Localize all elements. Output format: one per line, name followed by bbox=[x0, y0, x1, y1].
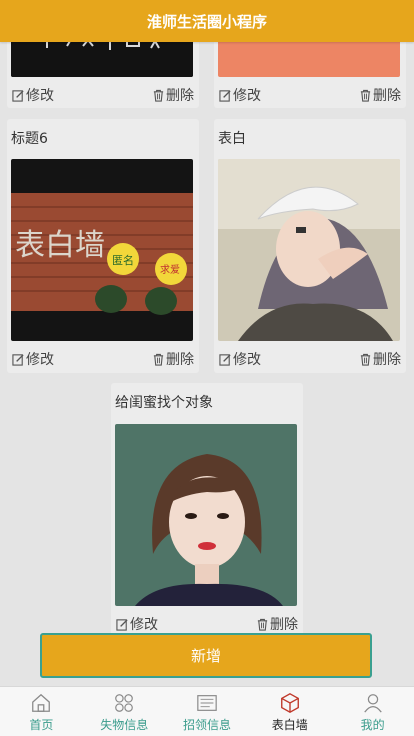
post-title: 给闺蜜找个对象 bbox=[115, 395, 213, 411]
edit-icon bbox=[219, 89, 231, 102]
image-badge-text: 匿名 bbox=[112, 253, 134, 267]
delete-label: 删除 bbox=[166, 88, 194, 104]
found-items-icon bbox=[197, 695, 217, 711]
edit-icon bbox=[12, 353, 24, 366]
confession-wall-icon bbox=[280, 693, 299, 713]
card-list: 修改 删除 修改 删除 标题6 表白墙 匿名 求爱 修改 删除 表白 修改 删除… bbox=[0, 0, 414, 686]
edit-label: 修改 bbox=[233, 88, 261, 104]
girl-portrait-image bbox=[115, 424, 297, 606]
delete-button[interactable]: 删除 bbox=[152, 349, 194, 369]
tab-home[interactable]: 首页 bbox=[0, 687, 83, 736]
edit-icon bbox=[219, 353, 231, 366]
post-image[interactable] bbox=[115, 424, 297, 606]
trash-icon bbox=[360, 89, 371, 102]
girl-with-cap-image bbox=[218, 159, 400, 341]
edit-icon bbox=[12, 89, 24, 102]
edit-label: 修改 bbox=[130, 617, 158, 633]
trash-icon bbox=[360, 353, 371, 366]
delete-button[interactable]: 删除 bbox=[359, 349, 401, 369]
profile-icon bbox=[363, 694, 382, 713]
add-post-button[interactable]: 新增 bbox=[40, 633, 372, 678]
tab-label: 首页 bbox=[29, 718, 54, 732]
image-main-text: 表白墙 bbox=[15, 228, 105, 263]
tab-label: 我的 bbox=[360, 718, 385, 732]
edit-button[interactable]: 修改 bbox=[116, 614, 158, 634]
edit-button[interactable]: 修改 bbox=[12, 85, 54, 105]
image-badge-text: 求爱 bbox=[160, 263, 180, 276]
bottom-tabbar: 首页 失物信息 招领信息 表白墙 我的 bbox=[0, 686, 414, 736]
edit-label: 修改 bbox=[233, 352, 261, 368]
post-title: 标题6 bbox=[11, 131, 48, 147]
delete-label: 删除 bbox=[270, 617, 298, 633]
delete-label: 删除 bbox=[373, 88, 401, 104]
delete-button[interactable]: 删除 bbox=[152, 85, 194, 105]
edit-label: 修改 bbox=[26, 88, 54, 104]
edit-button[interactable]: 修改 bbox=[12, 349, 54, 369]
brick-wall-image: 表白墙 匿名 求爱 bbox=[11, 159, 193, 341]
tab-found-items[interactable]: 招领信息 bbox=[166, 687, 249, 736]
edit-button[interactable]: 修改 bbox=[219, 85, 261, 105]
post-title: 表白 bbox=[218, 131, 246, 147]
page-title: 淮师生活圈小程序 bbox=[146, 12, 267, 31]
tab-lost-items[interactable]: 失物信息 bbox=[83, 687, 166, 736]
trash-icon bbox=[153, 353, 164, 366]
post-image[interactable] bbox=[218, 159, 400, 341]
edit-label: 修改 bbox=[26, 352, 54, 368]
post-card: 给闺蜜找个对象 修改 删除 bbox=[111, 383, 303, 637]
delete-button[interactable]: 删除 bbox=[256, 614, 298, 634]
trash-icon bbox=[257, 618, 268, 631]
edit-button[interactable]: 修改 bbox=[219, 349, 261, 369]
post-image[interactable]: 表白墙 匿名 求爱 bbox=[11, 159, 193, 341]
app-header: 淮师生活圈小程序 bbox=[0, 0, 414, 42]
delete-label: 删除 bbox=[373, 352, 401, 368]
tab-label: 失物信息 bbox=[100, 718, 149, 732]
post-card: 表白 修改 删除 bbox=[214, 119, 406, 373]
post-card: 标题6 表白墙 匿名 求爱 修改 删除 bbox=[7, 119, 199, 373]
home-icon bbox=[32, 693, 51, 712]
edit-icon bbox=[116, 618, 128, 631]
tab-confession-wall[interactable]: 表白墙 bbox=[248, 687, 331, 736]
delete-label: 删除 bbox=[166, 352, 194, 368]
tab-profile[interactable]: 我的 bbox=[331, 687, 414, 736]
trash-icon bbox=[153, 89, 164, 102]
tab-label: 招领信息 bbox=[182, 718, 231, 732]
tab-label: 表白墙 bbox=[271, 718, 308, 732]
delete-button[interactable]: 删除 bbox=[359, 85, 401, 105]
lost-items-icon bbox=[115, 694, 134, 712]
